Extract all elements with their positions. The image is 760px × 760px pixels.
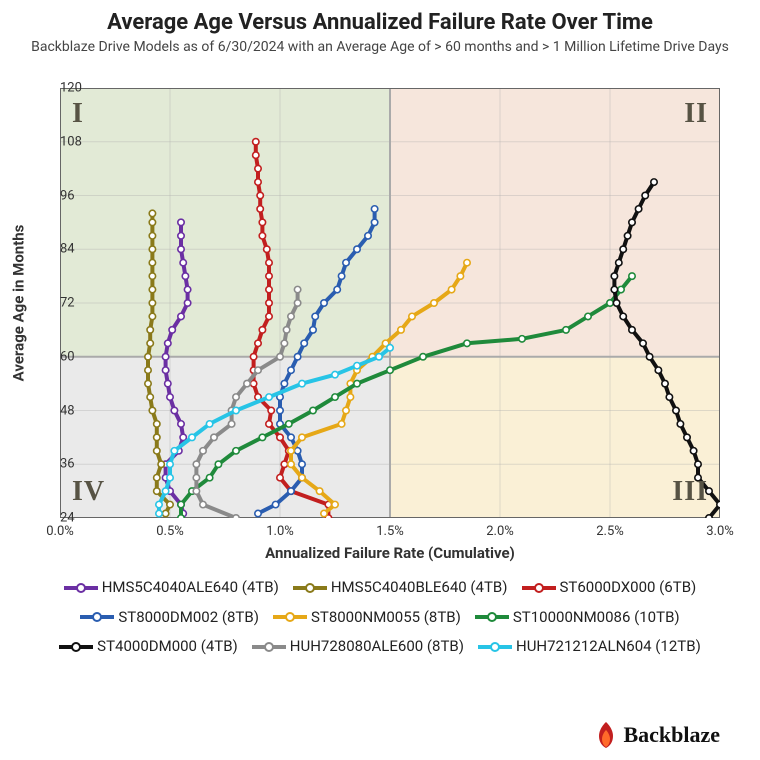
- legend-label: ST8000NM0055 (8TB): [311, 605, 461, 631]
- legend-label: HMS5C4040BLE640 (4TB): [331, 575, 508, 601]
- legend-swatch-icon: [273, 610, 307, 624]
- brand-name: Backblaze: [623, 722, 720, 748]
- x-axis-label: Annualized Failure Rate (Cumulative): [60, 544, 720, 562]
- legend-item: ST8000NM0055 (8TB): [273, 605, 461, 631]
- legend-item: ST6000DX000 (6TB): [522, 575, 697, 601]
- plot-svg: [60, 88, 720, 518]
- plot-area: I II III IV 24364860728496108120 0.0%0.5…: [60, 88, 720, 518]
- y-tick: 60: [60, 349, 66, 364]
- legend-label: ST4000DM000 (4TB): [97, 634, 238, 660]
- chart-container: { "title": "Average Age Versus Annualize…: [0, 10, 760, 760]
- legend-swatch-icon: [64, 581, 98, 595]
- legend-swatch-icon: [59, 640, 93, 654]
- legend: HMS5C4040ALE640 (4TB) HMS5C4040BLE640 (4T…: [40, 575, 720, 660]
- y-tick: 108: [60, 134, 66, 149]
- quadrant-iv-label: IV: [72, 476, 105, 508]
- legend-item: HUH728080ALE600 (8TB): [252, 634, 464, 660]
- quadrant-i-label: I: [72, 98, 84, 130]
- x-tick: 0.0%: [46, 518, 74, 539]
- legend-swatch-icon: [80, 610, 114, 624]
- brand-logo: Backblaze: [595, 722, 720, 748]
- y-tick: 120: [60, 81, 66, 96]
- flame-icon: [595, 722, 617, 748]
- legend-item: ST4000DM000 (4TB): [59, 634, 238, 660]
- legend-swatch-icon: [475, 610, 509, 624]
- x-tick: 1.0%: [266, 518, 294, 539]
- y-tick: 36: [60, 457, 66, 472]
- x-tick: 3.0%: [706, 518, 734, 539]
- quadrant-iii-label: III: [672, 476, 708, 508]
- y-tick: 48: [60, 403, 66, 418]
- legend-swatch-icon: [252, 640, 286, 654]
- legend-item: ST8000DM002 (8TB): [80, 605, 259, 631]
- legend-label: HMS5C4040ALE640 (4TB): [102, 575, 279, 601]
- x-tick: 2.0%: [486, 518, 514, 539]
- y-axis-label: Average Age in Months: [9, 225, 27, 382]
- y-tick: 84: [60, 242, 66, 257]
- x-tick: 2.5%: [596, 518, 624, 539]
- legend-label: HUH721212ALN604 (12TB): [516, 634, 701, 660]
- legend-label: ST8000DM002 (8TB): [118, 605, 259, 631]
- legend-item: HMS5C4040BLE640 (4TB): [293, 575, 508, 601]
- chart-subtitle: Backblaze Drive Models as of 6/30/2024 w…: [0, 39, 760, 55]
- legend-item: ST10000NM0086 (10TB): [475, 605, 680, 631]
- legend-swatch-icon: [478, 640, 512, 654]
- x-tick: 1.5%: [376, 518, 404, 539]
- y-axis-label-container: Average Age in Months: [8, 88, 28, 518]
- legend-label: HUH728080ALE600 (8TB): [290, 634, 464, 660]
- legend-swatch-icon: [293, 581, 327, 595]
- quadrant-ii-label: II: [684, 98, 708, 130]
- chart-title: Average Age Versus Annualized Failure Ra…: [0, 10, 760, 35]
- legend-label: ST10000NM0086 (10TB): [513, 605, 680, 631]
- x-tick: 0.5%: [156, 518, 184, 539]
- legend-item: HUH721212ALN604 (12TB): [478, 634, 701, 660]
- legend-item: HMS5C4040ALE640 (4TB): [64, 575, 279, 601]
- y-tick: 72: [60, 296, 66, 311]
- y-tick: 96: [60, 188, 66, 203]
- legend-label: ST6000DX000 (6TB): [560, 575, 697, 601]
- legend-swatch-icon: [522, 581, 556, 595]
